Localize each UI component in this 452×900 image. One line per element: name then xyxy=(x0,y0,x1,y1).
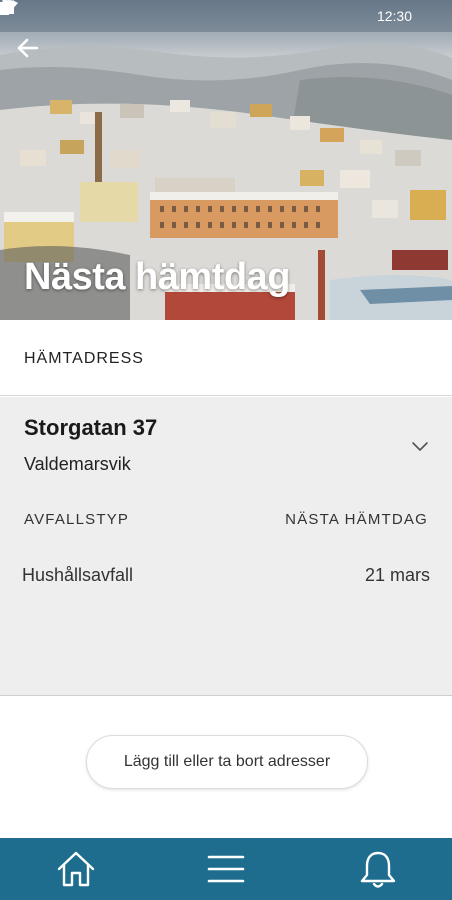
section-label: HÄMTADRESS xyxy=(24,350,144,367)
pickup-date-value: 21 mars xyxy=(364,565,430,585)
back-button[interactable] xyxy=(16,38,48,66)
menu-icon xyxy=(207,855,245,883)
expand-toggle[interactable] xyxy=(408,437,432,457)
section-header: HÄMTADRESS xyxy=(0,320,452,396)
chevron-down-icon xyxy=(412,442,428,451)
waste-type-value: Hushållsavfall xyxy=(22,565,134,585)
status-bar: 12:30 xyxy=(0,0,452,32)
hero-image: 12:30 Nästa hämtdag xyxy=(0,0,452,320)
nav-notifications[interactable] xyxy=(356,848,400,890)
nav-menu[interactable] xyxy=(204,848,248,890)
arrow-left-icon xyxy=(17,38,38,58)
bottom-nav xyxy=(0,838,452,900)
address-city: Valdemarsvik xyxy=(24,454,131,474)
status-time: 12:30 xyxy=(376,8,412,24)
nav-home[interactable] xyxy=(54,848,98,890)
manage-addresses-button[interactable]: Lägg till eller ta bort adresser xyxy=(86,735,368,789)
address-card[interactable]: Storgatan 37 Valdemarsvik AVFALLSTYP NÄS… xyxy=(0,397,452,696)
bell-icon xyxy=(360,851,396,888)
home-icon xyxy=(57,851,95,887)
column-header-waste-type: AVFALLSTYP xyxy=(24,511,130,528)
column-header-next-pickup: NÄSTA HÄMTDAG xyxy=(285,511,428,528)
address-street: Storgatan 37 xyxy=(24,415,158,440)
page-title: Nästa hämtdag xyxy=(24,256,290,298)
